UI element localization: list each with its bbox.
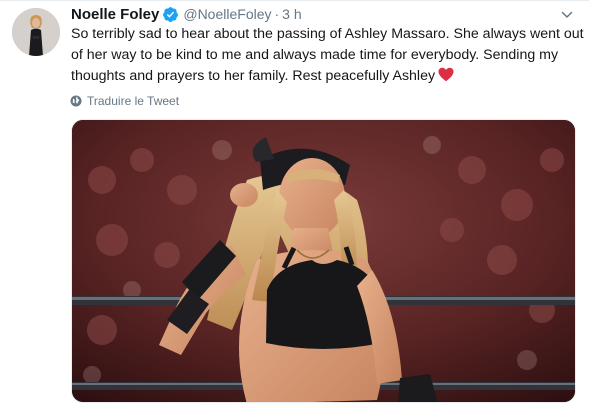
- tweet-header: Noelle Foley @NoelleFoley · 3 h: [71, 4, 302, 24]
- tweet-text-line-3: thoughts and prayers to her family. Rest…: [71, 66, 581, 87]
- chevron-down-icon[interactable]: [561, 8, 573, 20]
- tweet-media-photo[interactable]: [71, 119, 576, 403]
- verified-badge-icon: [162, 6, 179, 23]
- red-heart-emoji-icon: [438, 67, 454, 82]
- tweet-text: So terribly sad to hear about the passin…: [71, 24, 584, 87]
- header-separator: ·: [274, 6, 280, 22]
- translate-tweet-link[interactable]: Traduire le Tweet: [70, 94, 179, 108]
- author-name[interactable]: Noelle Foley: [71, 6, 159, 23]
- avatar-photo: [12, 8, 60, 56]
- wrestler-photo: [72, 120, 575, 402]
- author-handle[interactable]: @NoelleFoley: [183, 6, 271, 22]
- tweet-timestamp[interactable]: 3 h: [282, 6, 301, 22]
- globe-icon: [70, 95, 82, 107]
- tweet[interactable]: Noelle Foley @NoelleFoley · 3 h So terri…: [0, 0, 589, 408]
- author-avatar[interactable]: [12, 8, 60, 56]
- tweet-text-line-3-text: thoughts and prayers to her family. Rest…: [71, 68, 436, 84]
- translate-tweet-label: Traduire le Tweet: [87, 94, 180, 108]
- tweet-text-line-1: So terribly sad to hear about the passin…: [71, 26, 584, 42]
- tweet-text-line-2: of her way to be kind to me and always m…: [71, 47, 559, 63]
